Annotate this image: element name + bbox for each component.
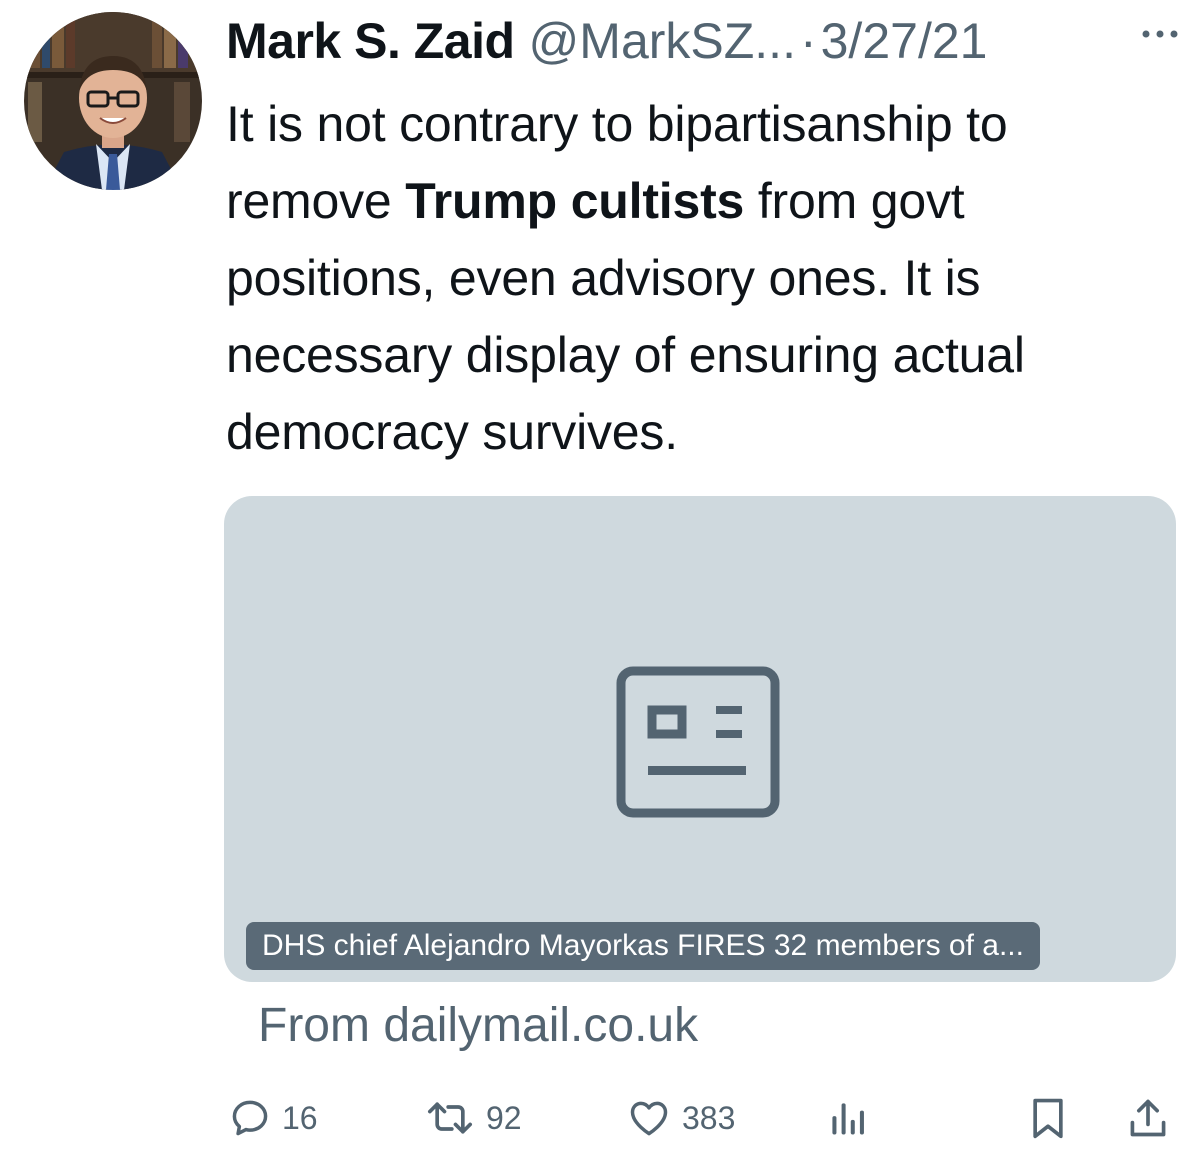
tweet-text: It is not contrary to bipartisanship to … xyxy=(226,86,1176,471)
tweet-date[interactable]: 3/27/21 xyxy=(821,12,988,70)
link-card[interactable]: DHS chief Alejandro Mayorkas FIRES 32 me… xyxy=(224,496,1176,982)
like-button[interactable]: 383 xyxy=(626,1092,735,1144)
share-button[interactable] xyxy=(1126,1092,1170,1144)
retweet-button[interactable]: 92 xyxy=(424,1092,522,1144)
heart-icon xyxy=(630,1101,668,1136)
tweet-header: Mark S. Zaid @MarkSZ... · 3/27/21 xyxy=(226,10,1186,72)
reply-button[interactable]: 16 xyxy=(228,1092,318,1144)
share-icon xyxy=(1130,1099,1166,1137)
like-count: 383 xyxy=(682,1099,736,1136)
action-bar: 16 92 383 xyxy=(0,1092,1200,1144)
retweet-count: 92 xyxy=(486,1099,522,1136)
reply-count: 16 xyxy=(282,1099,318,1136)
reply-icon xyxy=(232,1100,268,1136)
article-icon xyxy=(616,666,780,818)
views-icon xyxy=(832,1103,864,1135)
more-icon[interactable] xyxy=(1140,24,1180,44)
author-name[interactable]: Mark S. Zaid xyxy=(226,12,515,70)
author-handle[interactable]: @MarkSZ... xyxy=(529,12,796,70)
avatar[interactable] xyxy=(24,12,202,190)
tweet-text-bold: Trump cultists xyxy=(405,173,745,229)
card-source[interactable]: From dailymail.co.uk xyxy=(258,998,698,1053)
bookmark-button[interactable] xyxy=(1026,1092,1070,1144)
retweet-icon xyxy=(428,1102,472,1134)
bookmark-icon xyxy=(1033,1098,1063,1139)
card-title[interactable]: DHS chief Alejandro Mayorkas FIRES 32 me… xyxy=(246,922,1040,970)
separator-dot: · xyxy=(799,13,817,69)
views-button[interactable] xyxy=(826,1092,870,1144)
avatar-photo xyxy=(24,12,202,190)
